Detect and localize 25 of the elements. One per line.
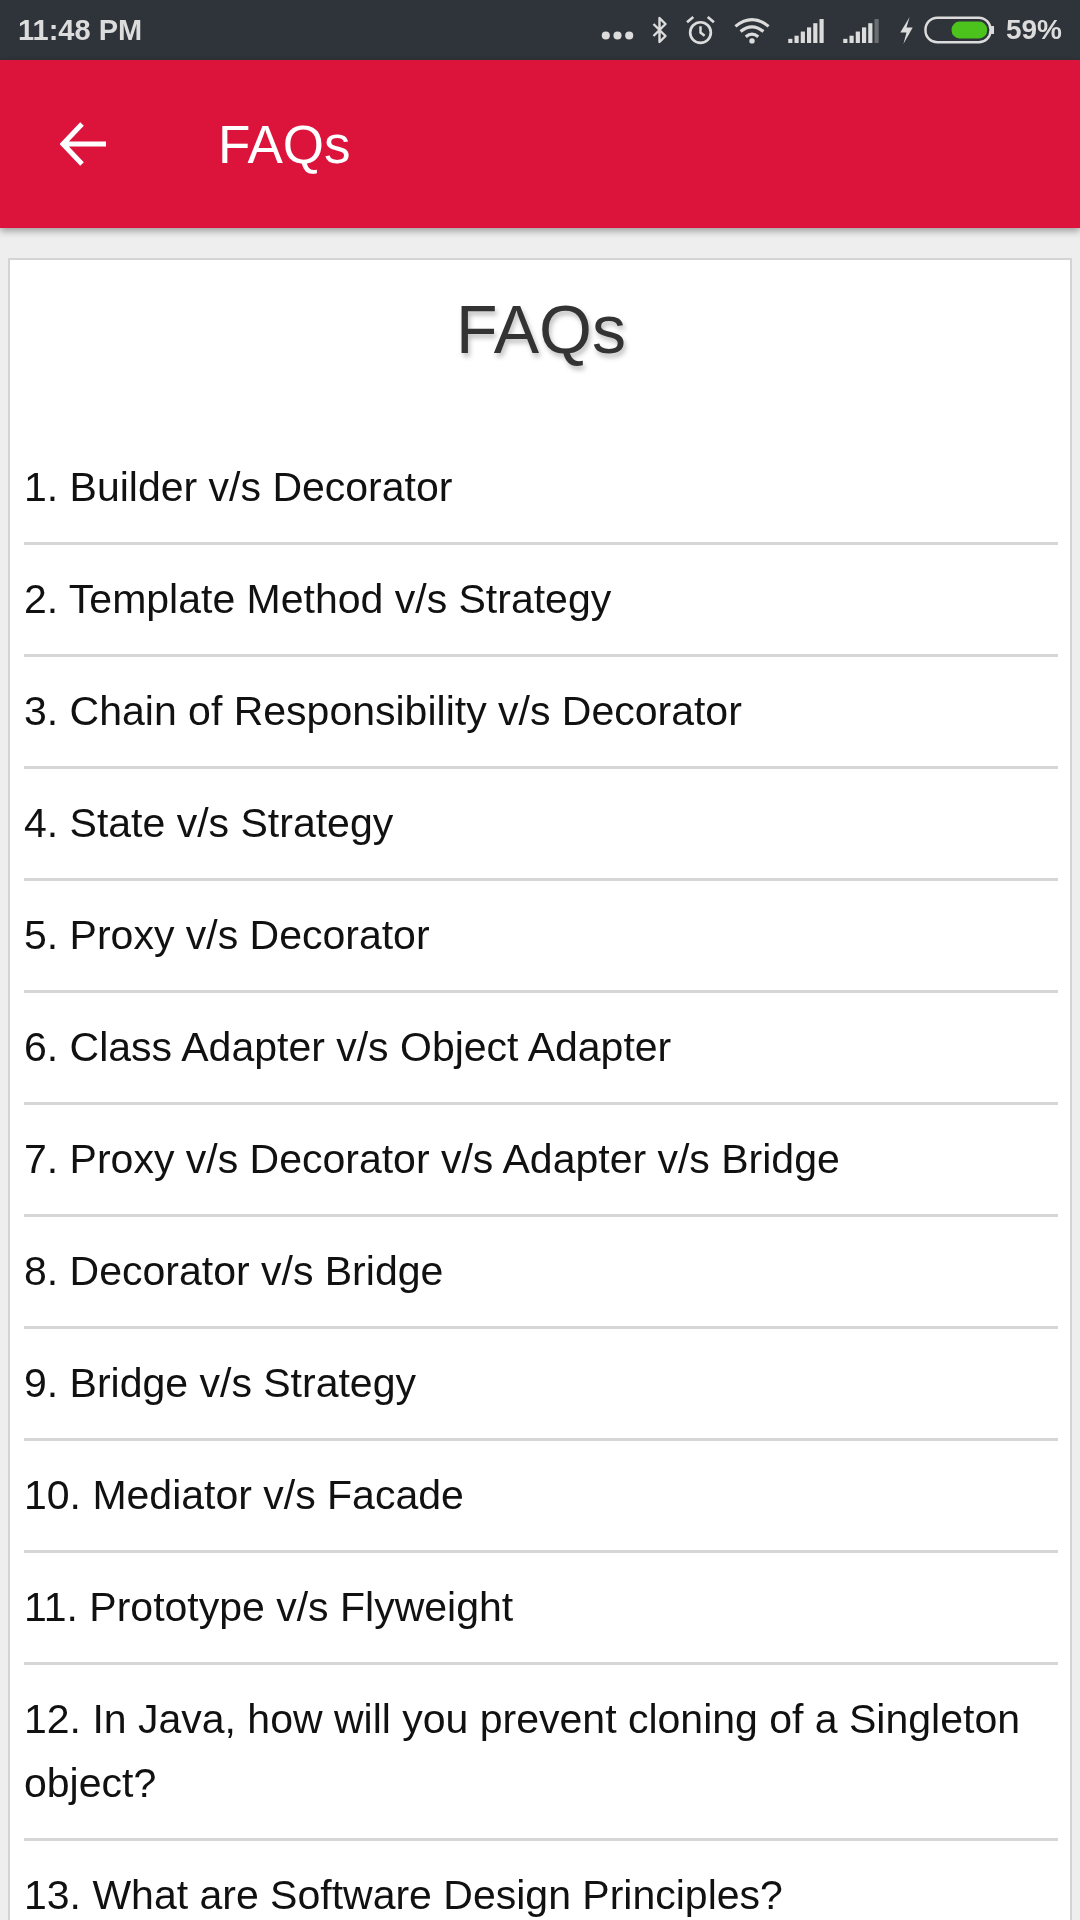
alarm-clock-icon <box>684 14 716 46</box>
battery-icon <box>923 16 995 44</box>
status-time: 11:48 PM <box>18 13 143 47</box>
arrow-left-icon <box>60 121 108 167</box>
app-bar-title: FAQs <box>218 113 351 175</box>
wifi-icon <box>732 16 771 44</box>
faq-item[interactable]: 11. Prototype v/s Flyweight <box>24 1553 1058 1665</box>
page-heading: FAQs <box>454 290 627 369</box>
faq-item[interactable]: 1. Builder v/s Decorator <box>24 433 1058 545</box>
faq-item[interactable]: 9. Bridge v/s Strategy <box>24 1329 1058 1441</box>
faq-item[interactable]: 6. Class Adapter v/s Object Adapter <box>24 993 1058 1105</box>
signal-icon <box>787 17 826 43</box>
faq-item[interactable]: 3. Chain of Responsibility v/s Decorator <box>24 657 1058 769</box>
faq-item[interactable]: 2. Template Method v/s Strategy <box>24 545 1058 657</box>
faq-item[interactable]: 8. Decorator v/s Bridge <box>24 1217 1058 1329</box>
more-dots-icon <box>600 30 634 40</box>
signal-icon <box>842 17 881 43</box>
faq-item[interactable]: 12. In Java, how will you prevent cloning of a Singleton object? <box>24 1665 1058 1841</box>
faq-item[interactable]: 4. State v/s Strategy <box>24 769 1058 881</box>
faq-item[interactable]: 10. Mediator v/s Facade <box>24 1441 1058 1553</box>
faq-item[interactable]: 7. Proxy v/s Decorator v/s Adapter v/s Bridge <box>24 1105 1058 1217</box>
bluetooth-icon <box>650 16 668 44</box>
battery-percent: 59% <box>1005 14 1062 46</box>
faq-item[interactable]: 5. Proxy v/s Decorator <box>24 881 1058 993</box>
faq-item[interactable]: 13. What are Software Design Principles? <box>24 1841 1058 1920</box>
